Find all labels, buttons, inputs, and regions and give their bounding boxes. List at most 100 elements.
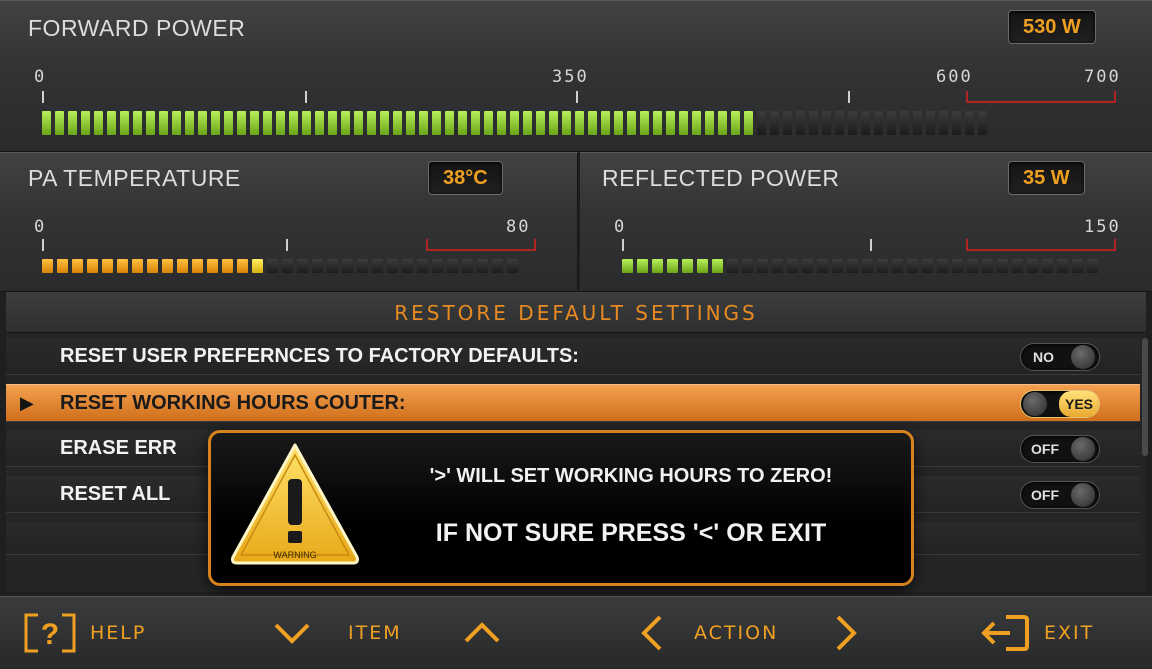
meter-segment bbox=[802, 259, 813, 273]
forward-redzone bbox=[966, 91, 1116, 103]
meter-segment bbox=[523, 111, 532, 135]
help-button[interactable]: ? HELP bbox=[24, 597, 146, 669]
reflected-scale-150: 150 bbox=[1084, 217, 1121, 237]
meter-segment bbox=[372, 259, 383, 273]
meter-segment bbox=[622, 259, 633, 273]
meter-segment bbox=[72, 259, 83, 273]
meter-segment bbox=[926, 111, 935, 135]
meter-segment bbox=[997, 259, 1008, 273]
meter-segment bbox=[892, 259, 903, 273]
reflected-power-meter bbox=[622, 259, 1098, 273]
meter-segment bbox=[55, 111, 64, 135]
meter-segment bbox=[497, 111, 506, 135]
meter-segment bbox=[458, 111, 467, 135]
meter-segment bbox=[328, 111, 337, 135]
meter-segment bbox=[1087, 259, 1098, 273]
action-right-button[interactable] bbox=[834, 597, 858, 669]
bottom-toolbar: ? HELP ITEM ACTION EXIT bbox=[0, 596, 1152, 669]
meter-segment bbox=[965, 111, 974, 135]
meter-segment bbox=[967, 259, 978, 273]
meter-segment bbox=[207, 259, 218, 273]
action-label: ACTION bbox=[694, 622, 779, 644]
action-left-button[interactable] bbox=[640, 597, 664, 669]
meter-segment bbox=[42, 111, 51, 135]
meter-segment bbox=[874, 111, 883, 135]
meter-segment bbox=[132, 259, 143, 273]
pa-scale-0: 0 bbox=[34, 217, 47, 237]
meter-segment bbox=[263, 111, 272, 135]
toggle-label: NO bbox=[1033, 349, 1054, 365]
meter-segment bbox=[817, 259, 828, 273]
item-down-button[interactable] bbox=[272, 597, 312, 669]
help-icon: ? bbox=[24, 613, 76, 653]
meter-segment bbox=[937, 259, 948, 273]
pa-temperature-readout: 38°C bbox=[428, 161, 503, 195]
meter-segment bbox=[667, 259, 678, 273]
forward-tick bbox=[305, 91, 307, 103]
meter-segment bbox=[484, 111, 493, 135]
chevron-up-icon bbox=[464, 622, 500, 643]
meter-segment bbox=[640, 111, 649, 135]
meter-segment bbox=[1072, 259, 1083, 273]
meter-segment bbox=[1027, 259, 1038, 273]
meter-segment bbox=[614, 111, 623, 135]
exit-button[interactable]: EXIT bbox=[980, 597, 1094, 669]
toggle-knob bbox=[1023, 392, 1047, 416]
meter-segment bbox=[900, 111, 909, 135]
meter-segment bbox=[276, 111, 285, 135]
toggle-knob bbox=[1071, 483, 1095, 507]
meter-segment bbox=[250, 111, 259, 135]
pa-tick bbox=[42, 239, 44, 251]
reset-working-hours-toggle[interactable]: YES bbox=[1020, 390, 1100, 418]
restore-header: RESTORE DEFAULT SETTINGS bbox=[6, 292, 1146, 333]
meter-segment bbox=[387, 259, 398, 273]
meter-segment bbox=[939, 111, 948, 135]
setting-row-reset-working-hours[interactable]: RESET WORKING HOURS COUTER: ▶ YES bbox=[6, 384, 1140, 422]
meter-segment bbox=[237, 259, 248, 273]
scrollbar[interactable] bbox=[1142, 338, 1148, 456]
pa-temperature-panel: PA TEMPERATURE 38°C 0 80 bbox=[0, 152, 578, 292]
item-label-area: ITEM bbox=[348, 597, 402, 669]
meter-segment bbox=[637, 259, 648, 273]
meter-segment bbox=[393, 111, 402, 135]
meter-segment bbox=[162, 259, 173, 273]
meter-segment bbox=[417, 259, 428, 273]
meter-segment bbox=[1012, 259, 1023, 273]
reset-all-toggle[interactable]: OFF bbox=[1020, 481, 1100, 509]
reflected-scale-0: 0 bbox=[614, 217, 627, 237]
meter-segment bbox=[357, 259, 368, 273]
setting-label: ERASE ERR bbox=[60, 437, 177, 459]
meter-segment bbox=[653, 111, 662, 135]
item-up-button[interactable] bbox=[462, 597, 502, 669]
setting-row-reset-user-preferences[interactable]: RESET USER PREFERNCES TO FACTORY DEFAULT… bbox=[6, 338, 1140, 375]
meter-segment bbox=[133, 111, 142, 135]
meter-segment bbox=[562, 111, 571, 135]
meter-segment bbox=[772, 259, 783, 273]
pa-scale-80: 80 bbox=[506, 217, 531, 237]
meter-segment bbox=[832, 259, 843, 273]
meter-segment bbox=[419, 111, 428, 135]
reflected-tick bbox=[622, 239, 624, 251]
meter-segment bbox=[887, 111, 896, 135]
toggle-label: OFF bbox=[1031, 441, 1059, 457]
dialog-message-line2: IF NOT SURE PRESS '<' OR EXIT bbox=[435, 519, 827, 547]
meter-segment bbox=[42, 259, 53, 273]
meter-segment bbox=[57, 259, 68, 273]
meter-segment bbox=[177, 259, 188, 273]
meter-segment bbox=[159, 111, 168, 135]
forward-power-readout: 530 W bbox=[1008, 10, 1096, 44]
meter-segment bbox=[477, 259, 488, 273]
meter-segment bbox=[492, 259, 503, 273]
forward-scale-700: 700 bbox=[1084, 67, 1121, 87]
exit-label: EXIT bbox=[1044, 622, 1095, 644]
meter-segment bbox=[1057, 259, 1068, 273]
reset-user-preferences-toggle[interactable]: NO bbox=[1020, 343, 1100, 371]
erase-errors-toggle[interactable]: OFF bbox=[1020, 435, 1100, 463]
meter-segment bbox=[120, 111, 129, 135]
warning-icon-label: WARNING bbox=[273, 550, 316, 560]
meter-segment bbox=[549, 111, 558, 135]
action-label-area: ACTION bbox=[694, 597, 778, 669]
meter-segment bbox=[147, 259, 158, 273]
meter-segment bbox=[848, 111, 857, 135]
pa-tick bbox=[286, 239, 288, 251]
